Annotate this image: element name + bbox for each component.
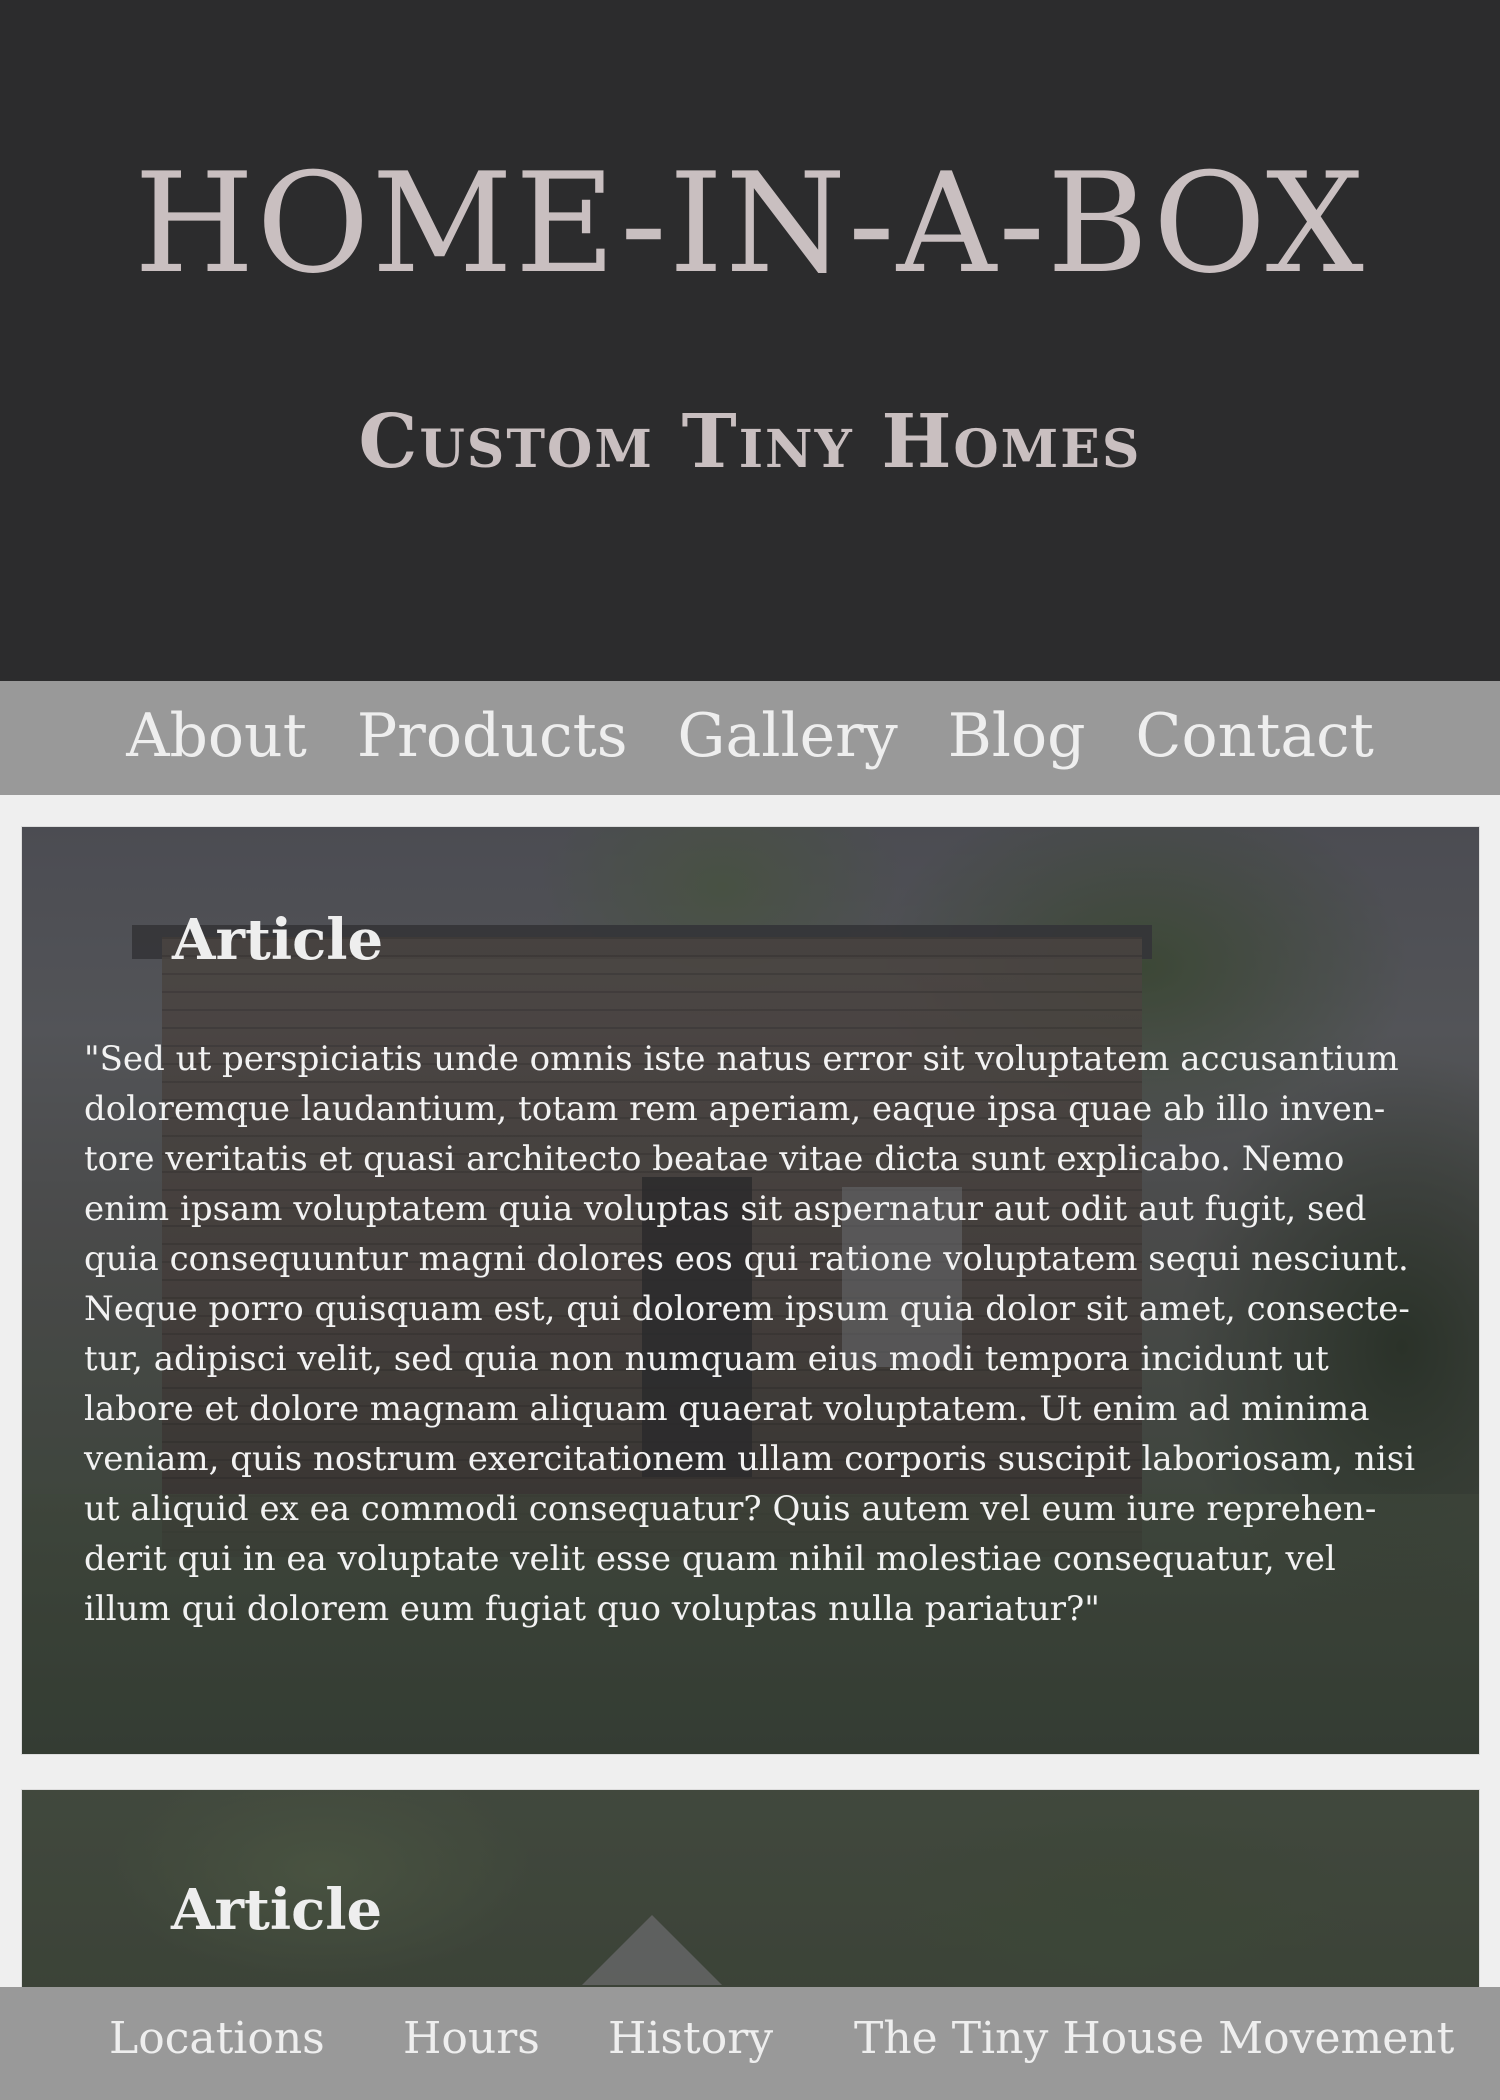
article-card: Article "Sed ut perspiciatis unde omnis … xyxy=(21,826,1480,1755)
footer-link-hours[interactable]: Hours xyxy=(403,2017,540,2061)
footer-link-history[interactable]: History xyxy=(608,2017,773,2061)
footer-link-locations[interactable]: Locations xyxy=(109,2017,325,2061)
nav-link-contact[interactable]: Contact xyxy=(1136,706,1374,770)
site-title: HOME-IN-A-BOX xyxy=(134,143,1366,304)
nav-link-gallery[interactable]: Gallery xyxy=(678,706,898,770)
site-header: HOME-IN-A-BOX Custom Tiny Homes xyxy=(0,0,1500,681)
nav-link-products[interactable]: Products xyxy=(357,706,628,770)
nav-link-blog[interactable]: Blog xyxy=(948,706,1086,770)
article-body: "Sed ut perspiciatis unde omnis iste nat… xyxy=(84,1039,1416,1629)
article-heading: Article xyxy=(172,907,384,973)
site-subtitle: Custom Tiny Homes xyxy=(358,399,1142,485)
top-nav: About Products Gallery Blog Contact xyxy=(0,681,1500,795)
footer-nav: Locations Hours History The Tiny House M… xyxy=(0,1987,1500,2100)
footer-link-tiny-house-movement[interactable]: The Tiny House Movement xyxy=(854,2017,1454,2061)
nav-link-about[interactable]: About xyxy=(126,706,307,770)
article-heading: Article xyxy=(171,1877,383,1943)
